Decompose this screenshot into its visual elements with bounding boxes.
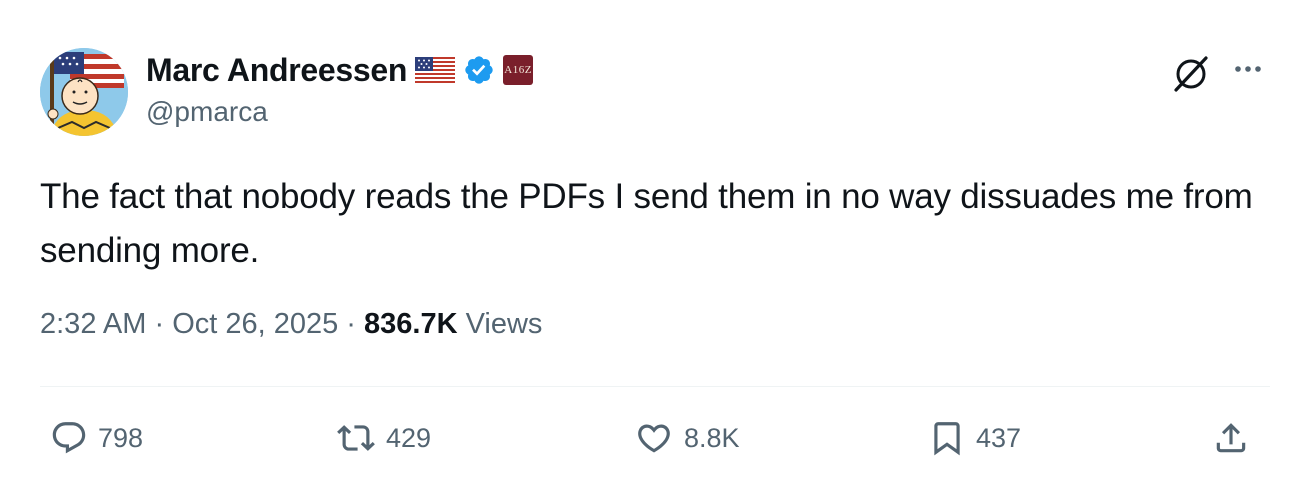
bookmark-button[interactable]: 437 [928, 418, 1021, 458]
tweet-text: The fact that nobody reads the PDFs I se… [40, 177, 1253, 270]
grok-icon[interactable] [1170, 52, 1212, 94]
repost-button[interactable]: 429 [336, 418, 431, 458]
meta-separator: · [338, 308, 365, 340]
tweet-date[interactable]: Oct 26, 2025 [172, 308, 338, 340]
avatar[interactable] [40, 48, 128, 136]
tweet-time[interactable]: 2:32 AM [40, 308, 146, 340]
author-name-row: Marc Andreessen A16Z [146, 50, 534, 90]
a16z-affiliate-badge[interactable]: A16Z [503, 55, 534, 85]
tweet-meta: 2:32 AM · Oct 26, 2025 · 836.7K Views [40, 308, 542, 341]
like-count: 8.8K [684, 422, 740, 453]
reply-icon [52, 422, 86, 454]
bookmark-icon [934, 422, 960, 456]
repost-count: 429 [386, 422, 432, 453]
meta-separator: · [146, 308, 173, 340]
reply-count: 798 [98, 422, 144, 453]
reply-button[interactable]: 798 [50, 418, 143, 458]
like-button[interactable]: 8.8K [634, 418, 740, 458]
more-icon[interactable] [1228, 55, 1268, 83]
share-button[interactable] [1212, 418, 1250, 458]
tweet-card: Marc Andreessen A16Z @pmarca The fact th… [0, 0, 1310, 483]
views-count: 836.7K [364, 308, 458, 340]
verified-icon[interactable] [463, 54, 495, 86]
bookmark-count: 437 [976, 422, 1022, 453]
divider [40, 386, 1270, 387]
display-name[interactable]: Marc Andreessen [146, 52, 407, 89]
share-icon [1216, 423, 1246, 453]
repost-icon [337, 425, 375, 451]
heart-icon [638, 424, 670, 453]
views-label: Views [457, 308, 543, 340]
us-flag-icon [415, 57, 456, 83]
author-handle[interactable]: @pmarca [146, 96, 268, 128]
